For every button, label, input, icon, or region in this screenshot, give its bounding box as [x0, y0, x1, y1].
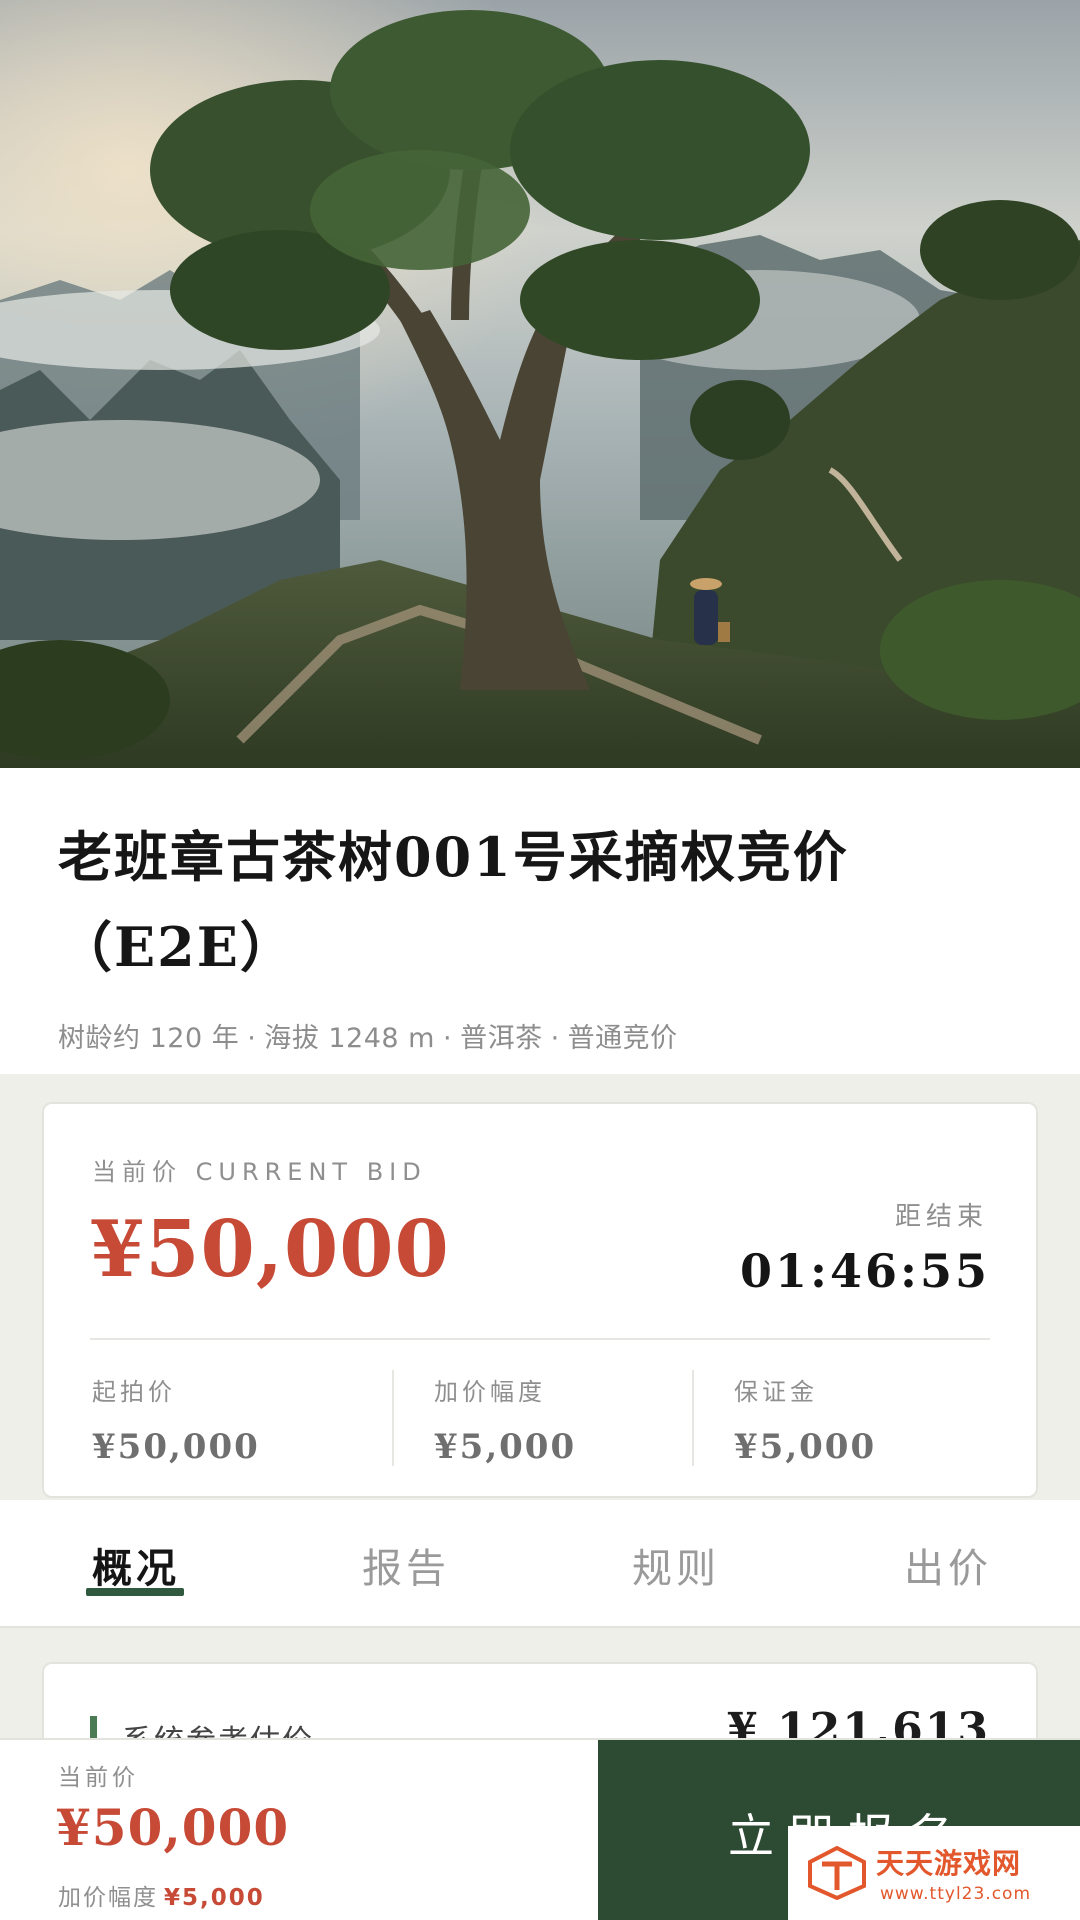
divider: [90, 1338, 990, 1340]
active-tab-indicator: [86, 1588, 184, 1596]
stat-value: ¥5,000: [734, 1427, 877, 1467]
stat-label: 加价幅度: [434, 1378, 546, 1406]
meta-separator: ·: [247, 1023, 257, 1054]
current-bid-label: 当前价 CURRENT BID: [92, 1158, 427, 1186]
meta-auction-type: 普通竞价: [567, 1023, 678, 1054]
bottom-current-label: 当前价: [58, 1765, 139, 1791]
stat-divider: [392, 1370, 394, 1466]
stat-label: 起拍价: [92, 1378, 176, 1406]
stat-value: ¥5,000: [434, 1427, 577, 1467]
current-bid-price: ¥50,000: [90, 1204, 450, 1295]
item-title: 老班章古茶树001号采摘权竞价（E2E）: [58, 825, 849, 979]
watermark-logo-icon: [808, 1846, 866, 1900]
stat-divider: [692, 1370, 694, 1466]
countdown-label: 距结束: [894, 1202, 988, 1232]
meta-separator: ·: [550, 1023, 560, 1054]
meta-tea-type: 普洱茶: [460, 1023, 543, 1054]
increment-value: ¥5,000: [164, 1885, 265, 1911]
meta-separator: ·: [442, 1023, 453, 1054]
meta-tree-age: 树龄约 120 年: [58, 1023, 240, 1054]
item-header: 老班章古茶树001号采摘权竞价（E2E） 树龄约 120 年 · 海拔 1248 m…: [0, 768, 1080, 1074]
tab-rules[interactable]: 规则: [632, 1536, 720, 1594]
watermark-text: 天天游戏网: [876, 1847, 1022, 1880]
bottom-increment: 加价幅度 ¥5,000: [58, 1878, 265, 1912]
bottom-current-price: ¥50,000: [56, 1798, 290, 1857]
countdown-timer: 01:46:55: [739, 1244, 990, 1298]
increment-label: 加价幅度: [58, 1885, 158, 1911]
tab-bid[interactable]: 出价: [904, 1536, 992, 1594]
hero-image: [0, 0, 1080, 768]
stat-starting-price: 起拍价 ¥50,000: [92, 1372, 260, 1467]
tab-report[interactable]: 报告: [362, 1536, 450, 1594]
watermark-url: www.ttyl23.com: [880, 1884, 1032, 1904]
tea-tree-landscape-illustration: [0, 0, 1080, 768]
stat-value: ¥50,000: [92, 1427, 260, 1467]
site-watermark: 天天游戏网 www.ttyl23.com: [788, 1826, 1080, 1920]
stat-label: 保证金: [734, 1378, 818, 1406]
item-meta: 树龄约 120 年 · 海拔 1248 m · 普洱茶 · 普通竞价: [58, 1016, 1022, 1055]
current-bid-card: 当前价 CURRENT BID ¥50,000 距结束 01:46:55 起拍价…: [42, 1102, 1038, 1498]
stat-increment: 加价幅度 ¥5,000: [434, 1372, 576, 1467]
meta-altitude: 海拔 1248 m: [264, 1023, 435, 1054]
tab-overview[interactable]: 概况: [92, 1536, 180, 1594]
stat-deposit: 保证金 ¥5,000: [734, 1372, 876, 1467]
detail-tabs: 概况 报告 规则 出价: [0, 1500, 1080, 1628]
